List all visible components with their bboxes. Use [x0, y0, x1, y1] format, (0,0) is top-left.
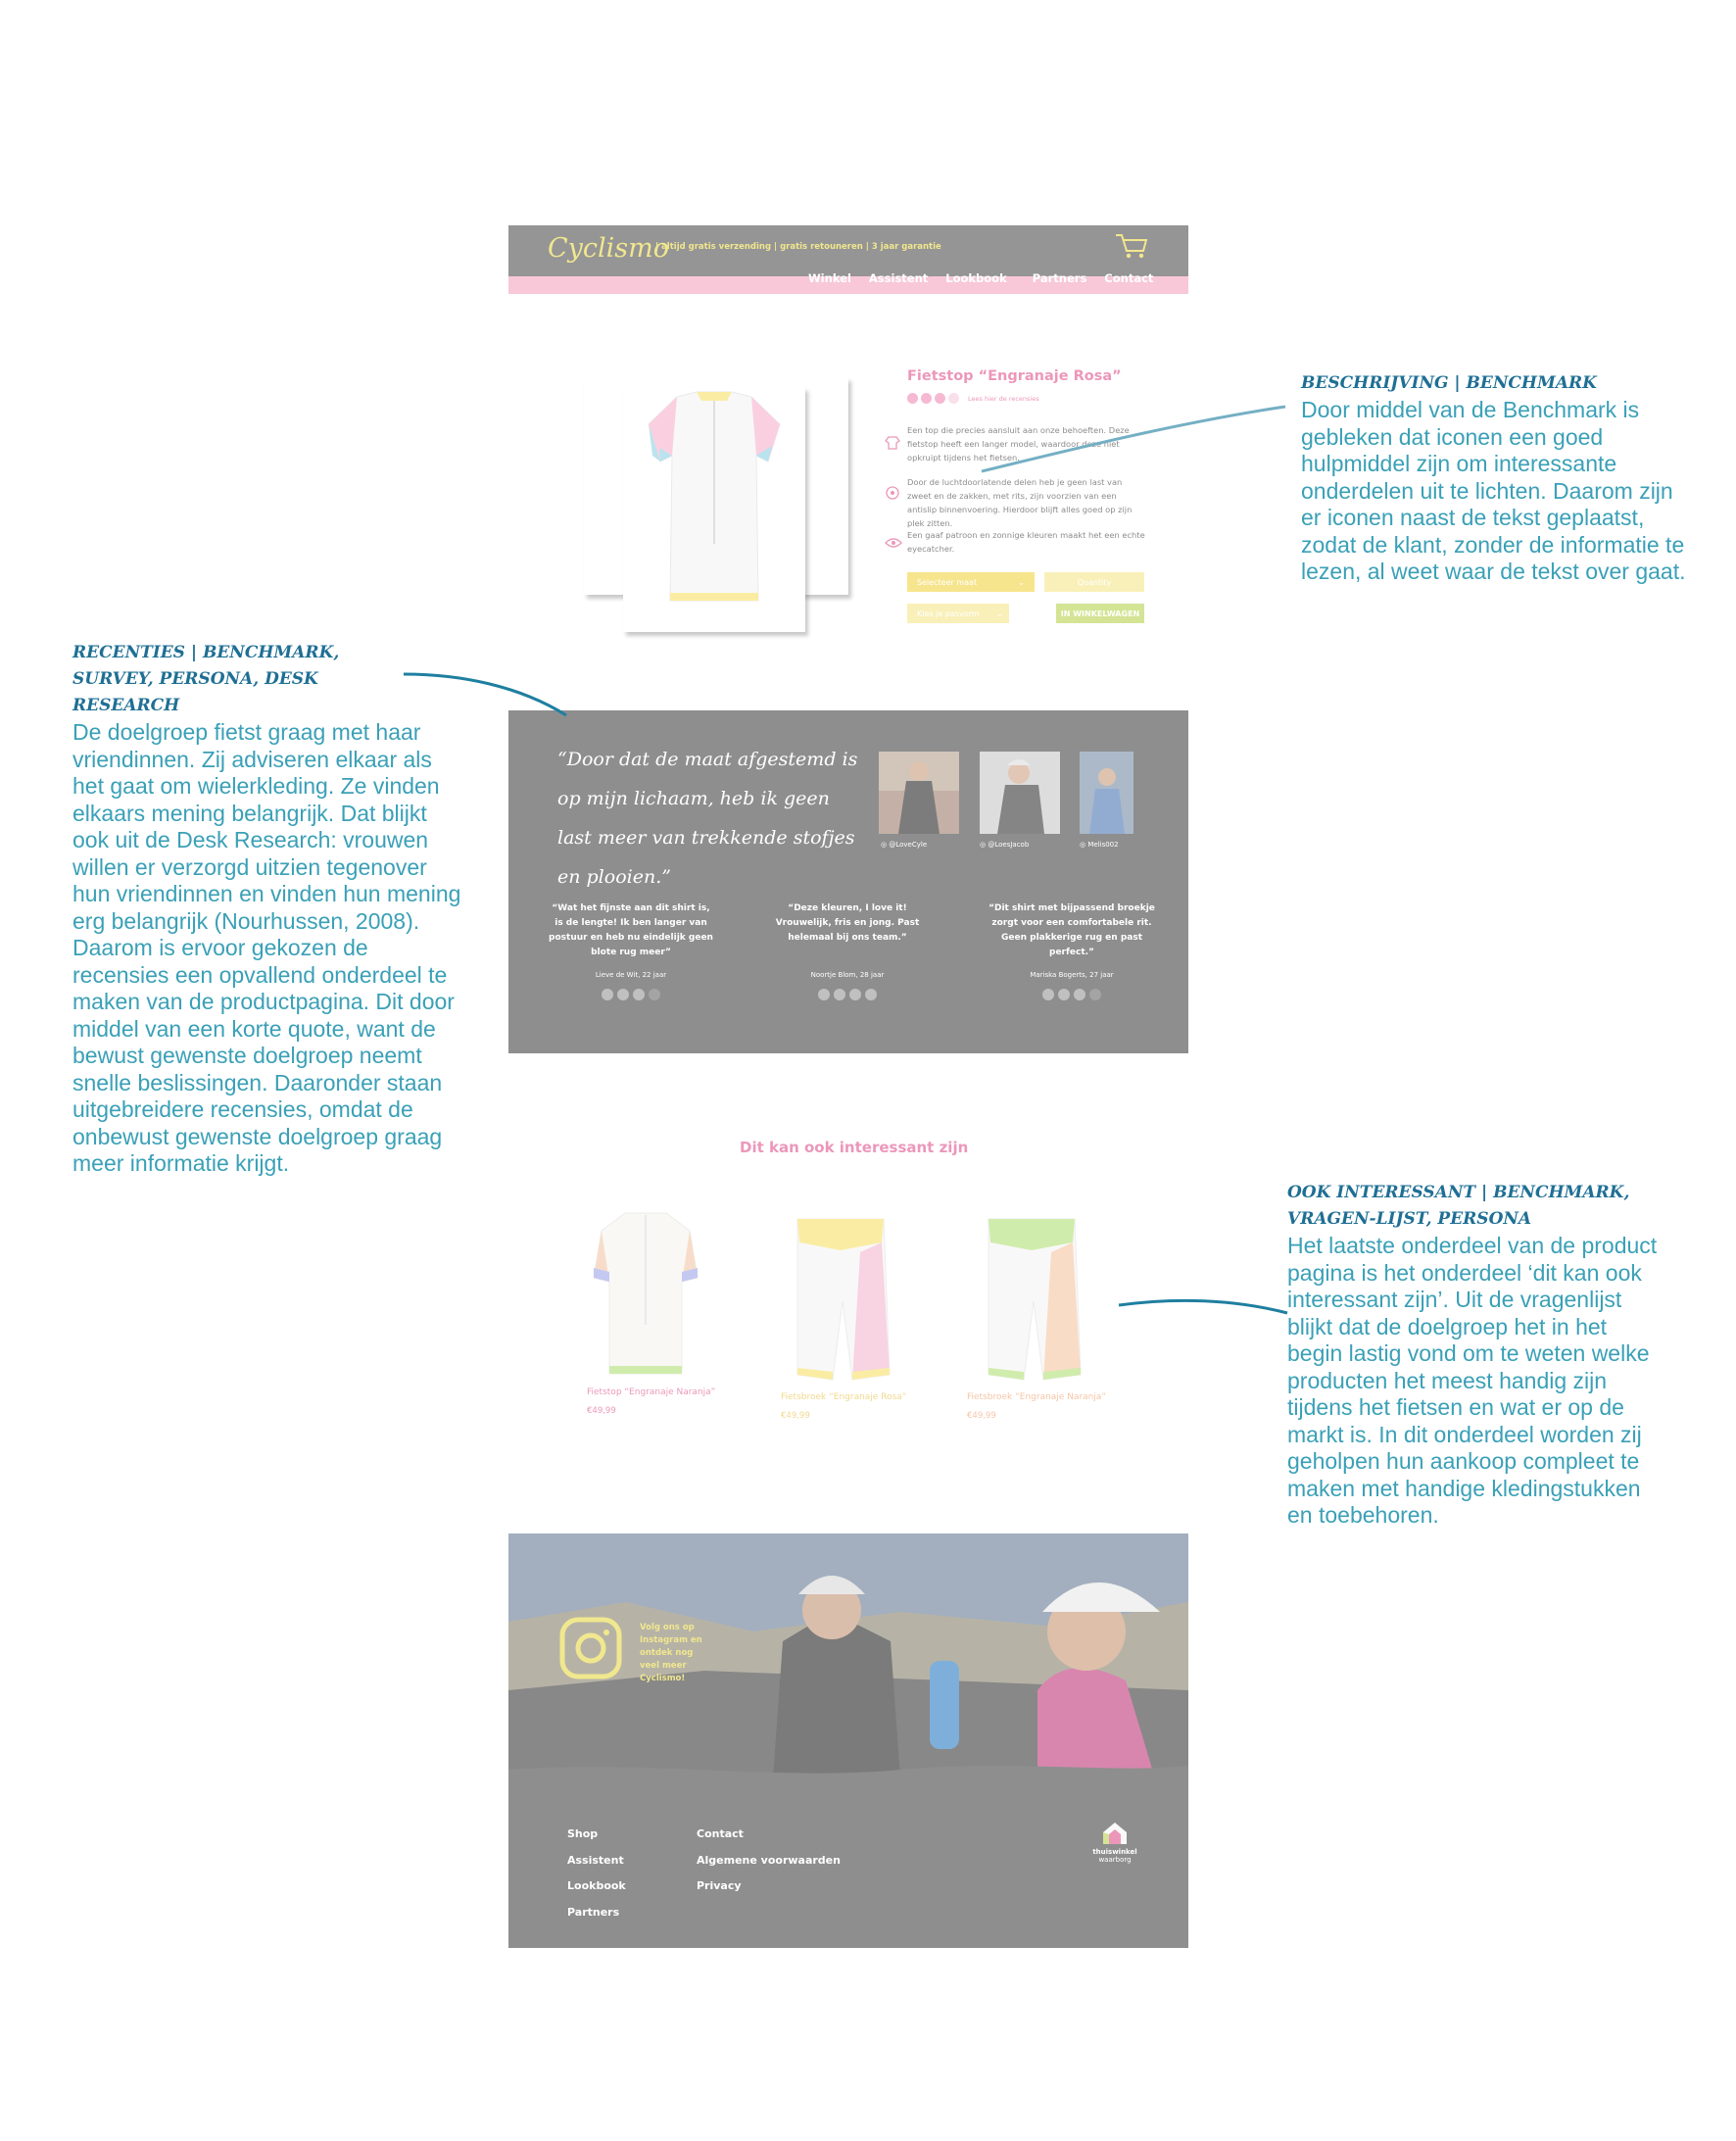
product-image-main[interactable] — [623, 387, 805, 632]
product-rating[interactable] — [907, 393, 959, 404]
instagram-handle-3: Melis002 — [1087, 841, 1119, 849]
review-rating — [989, 989, 1155, 1000]
chevron-down-icon: ⌄ — [1018, 577, 1025, 587]
instagram-handle-2: @LoesJacob — [988, 841, 1030, 849]
review-author: Lieve de Wit, 22 jaar — [595, 971, 667, 979]
thuiswinkel-logo-icon — [1103, 1823, 1127, 1844]
rating-star — [907, 393, 918, 404]
footer-link-shop[interactable]: Shop — [567, 1827, 598, 1840]
review-text: “Dit shirt met bijpassend broekje zorgt … — [989, 903, 1155, 957]
review-rating — [548, 989, 714, 1000]
eye-icon — [885, 538, 902, 548]
annotation-ook-interessant: OOK INTERESSANT | BENCHMARK, VRAGEN-LIJS… — [1287, 1180, 1679, 1530]
footer-link-lookbook[interactable]: Lookbook — [567, 1879, 626, 1892]
rating-star-empty — [948, 393, 959, 404]
footer-wave — [508, 1766, 1188, 1781]
quantity-label: Quantity — [1077, 577, 1112, 587]
review-card-3: “Dit shirt met bijpassend broekje zorgt … — [989, 901, 1155, 1000]
annotation-title: RECENTIES | BENCHMARK, SURVEY, PERSONA, … — [72, 643, 340, 715]
review-text: “Deze kleuren, I love it! Vrouwelijk, fr… — [775, 903, 920, 943]
add-to-cart-button[interactable]: IN WINKELWAGEN — [1056, 604, 1144, 623]
nav-assistent[interactable]: Assistent — [869, 271, 928, 285]
ventilation-icon — [886, 486, 899, 500]
jersey-illustration — [648, 391, 781, 602]
related-heading: Dit kan ook interessant zijn — [740, 1139, 969, 1156]
related-item-3[interactable]: Fietsbroek “Engranaje Naranja” €49,99 — [967, 1392, 1106, 1421]
rating-star — [921, 393, 932, 404]
featured-quote: “Door dat de maat afgestemd is op mijn l… — [557, 749, 858, 888]
related-product-image-1[interactable] — [588, 1207, 703, 1384]
badge-bottom-text: waarborg — [1098, 1856, 1132, 1864]
footer-link-privacy[interactable]: Privacy — [697, 1879, 742, 1892]
instagram-cta-text: Volg ons op Instagram en ontdek nog veel… — [640, 1623, 702, 1683]
site-header: Cyclismo | altijd gratis verzending | gr… — [508, 225, 1188, 294]
thuiswinkel-badge[interactable]: thuiswinkel waarborg — [1086, 1848, 1143, 1864]
instagram-photo-1[interactable] — [879, 752, 959, 834]
annotation-title: OOK INTERESSANT | BENCHMARK, VRAGEN-LIJS… — [1287, 1183, 1630, 1229]
nav-lookbook[interactable]: Lookbook — [945, 271, 1006, 285]
footer-hero-photo: Volg ons op Instagram en ontdek nog veel… — [508, 1533, 1188, 1778]
related-price: €49,99 — [587, 1406, 616, 1416]
fit-select[interactable]: Kies je pasvorm ⌄ — [907, 604, 1009, 623]
site-footer: Shop Assistent Lookbook Partners Contact… — [508, 1766, 1188, 1948]
related-name: Fietsbroek “Engranaje Naranja” — [967, 1392, 1107, 1402]
main-nav: Winkel Assistent Lookbook Partners Conta… — [808, 271, 1153, 285]
header-tagline: | altijd gratis verzending | gratis reto… — [655, 242, 941, 252]
related-price: €49,99 — [967, 1411, 996, 1421]
fit-select-label: Kies je pasvorm — [917, 608, 980, 618]
footer-link-voorwaarden[interactable]: Algemene voorwaarden — [697, 1854, 841, 1867]
annotation-title: BESCHRIJVING | BENCHMARK — [1301, 373, 1597, 393]
annotation-body: De doelgroep fietst graag met haar vrien… — [72, 719, 461, 1176]
nav-partners[interactable]: Partners — [1033, 271, 1087, 285]
feature-text-ventilation: Door de luchtdoorlatende delen heb je ge… — [907, 477, 1133, 528]
annotation-body: Door middel van de Benchmark is gebleken… — [1301, 397, 1686, 584]
annotation-body: Het laatste onderdeel van de product pag… — [1287, 1233, 1658, 1528]
related-item-2[interactable]: Fietsbroek “Engranaje Rosa” €49,99 — [781, 1392, 906, 1421]
review-author: Mariska Bogerts, 27 jaar — [1030, 971, 1114, 979]
review-card-2: “Deze kleuren, I love it! Vrouwelijk, fr… — [764, 901, 931, 1000]
add-to-cart-label: IN WINKELWAGEN — [1060, 608, 1140, 618]
related-item-1[interactable]: Fietstop “Engranaje Naranja” €49,99 — [587, 1387, 715, 1416]
related-name: Fietstop “Engranaje Naranja” — [587, 1387, 716, 1397]
annotation-stroke-recenties — [403, 672, 567, 717]
footer-link-contact[interactable]: Contact — [697, 1827, 744, 1840]
review-card-1: “Wat het fijnste aan dit shirt is, is de… — [548, 901, 714, 1000]
review-author: Noortje Blom, 28 jaar — [810, 971, 885, 979]
annotation-stroke-ook — [1118, 1298, 1288, 1315]
rating-star — [935, 393, 945, 404]
quantity-input[interactable]: Quantity — [1044, 572, 1144, 592]
badge-top-text: thuiswinkel — [1092, 1848, 1137, 1856]
annotation-beschrijving: BESCHRIJVING | BENCHMARK Door middel van… — [1301, 370, 1693, 586]
feature-text-pattern: Een gaaf patroon en zonnige kleuren maak… — [907, 530, 1145, 554]
site-logo[interactable]: Cyclismo — [548, 233, 669, 264]
review-rating — [764, 989, 931, 1000]
instagram-photo-2[interactable] — [980, 752, 1060, 834]
review-text: “Wat het fijnste aan dit shirt is, is de… — [549, 903, 713, 957]
instagram-photo-3[interactable] — [1080, 752, 1133, 834]
product-title: Fietstop “Engranaje Rosa” — [907, 368, 1122, 384]
instagram-caption-3[interactable]: ◎ Melis002 — [1080, 841, 1119, 849]
reviews-section: “Door dat de maat afgestemd is op mijn l… — [508, 710, 1188, 1053]
related-product-image-3[interactable] — [983, 1213, 1086, 1385]
cart-icon[interactable] — [1114, 231, 1149, 261]
instagram-caption-1[interactable]: ◎ @LoveCyle — [881, 841, 927, 849]
related-name: Fietsbroek “Engranaje Rosa” — [781, 1392, 907, 1402]
nav-contact[interactable]: Contact — [1104, 271, 1153, 285]
chevron-down-icon: ⌄ — [996, 608, 1003, 618]
size-select-label: Selecteer maat — [917, 577, 978, 587]
instagram-icon[interactable] — [559, 1617, 622, 1679]
instagram-handle-1: @LoveCyle — [889, 841, 928, 849]
footer-link-partners[interactable]: Partners — [567, 1906, 619, 1919]
size-select[interactable]: Selecteer maat ⌄ — [907, 572, 1035, 592]
annotation-stroke-beschrijving — [981, 405, 1286, 473]
instagram-caption-2[interactable]: ◎ @LoesJacob — [980, 841, 1029, 849]
footer-link-assistent[interactable]: Assistent — [567, 1854, 624, 1867]
related-price: €49,99 — [781, 1411, 810, 1421]
shirt-icon — [885, 436, 900, 450]
related-product-image-2[interactable] — [792, 1213, 895, 1385]
annotation-recenties: RECENTIES | BENCHMARK, SURVEY, PERSONA, … — [72, 640, 464, 1178]
nav-winkel[interactable]: Winkel — [808, 271, 851, 285]
